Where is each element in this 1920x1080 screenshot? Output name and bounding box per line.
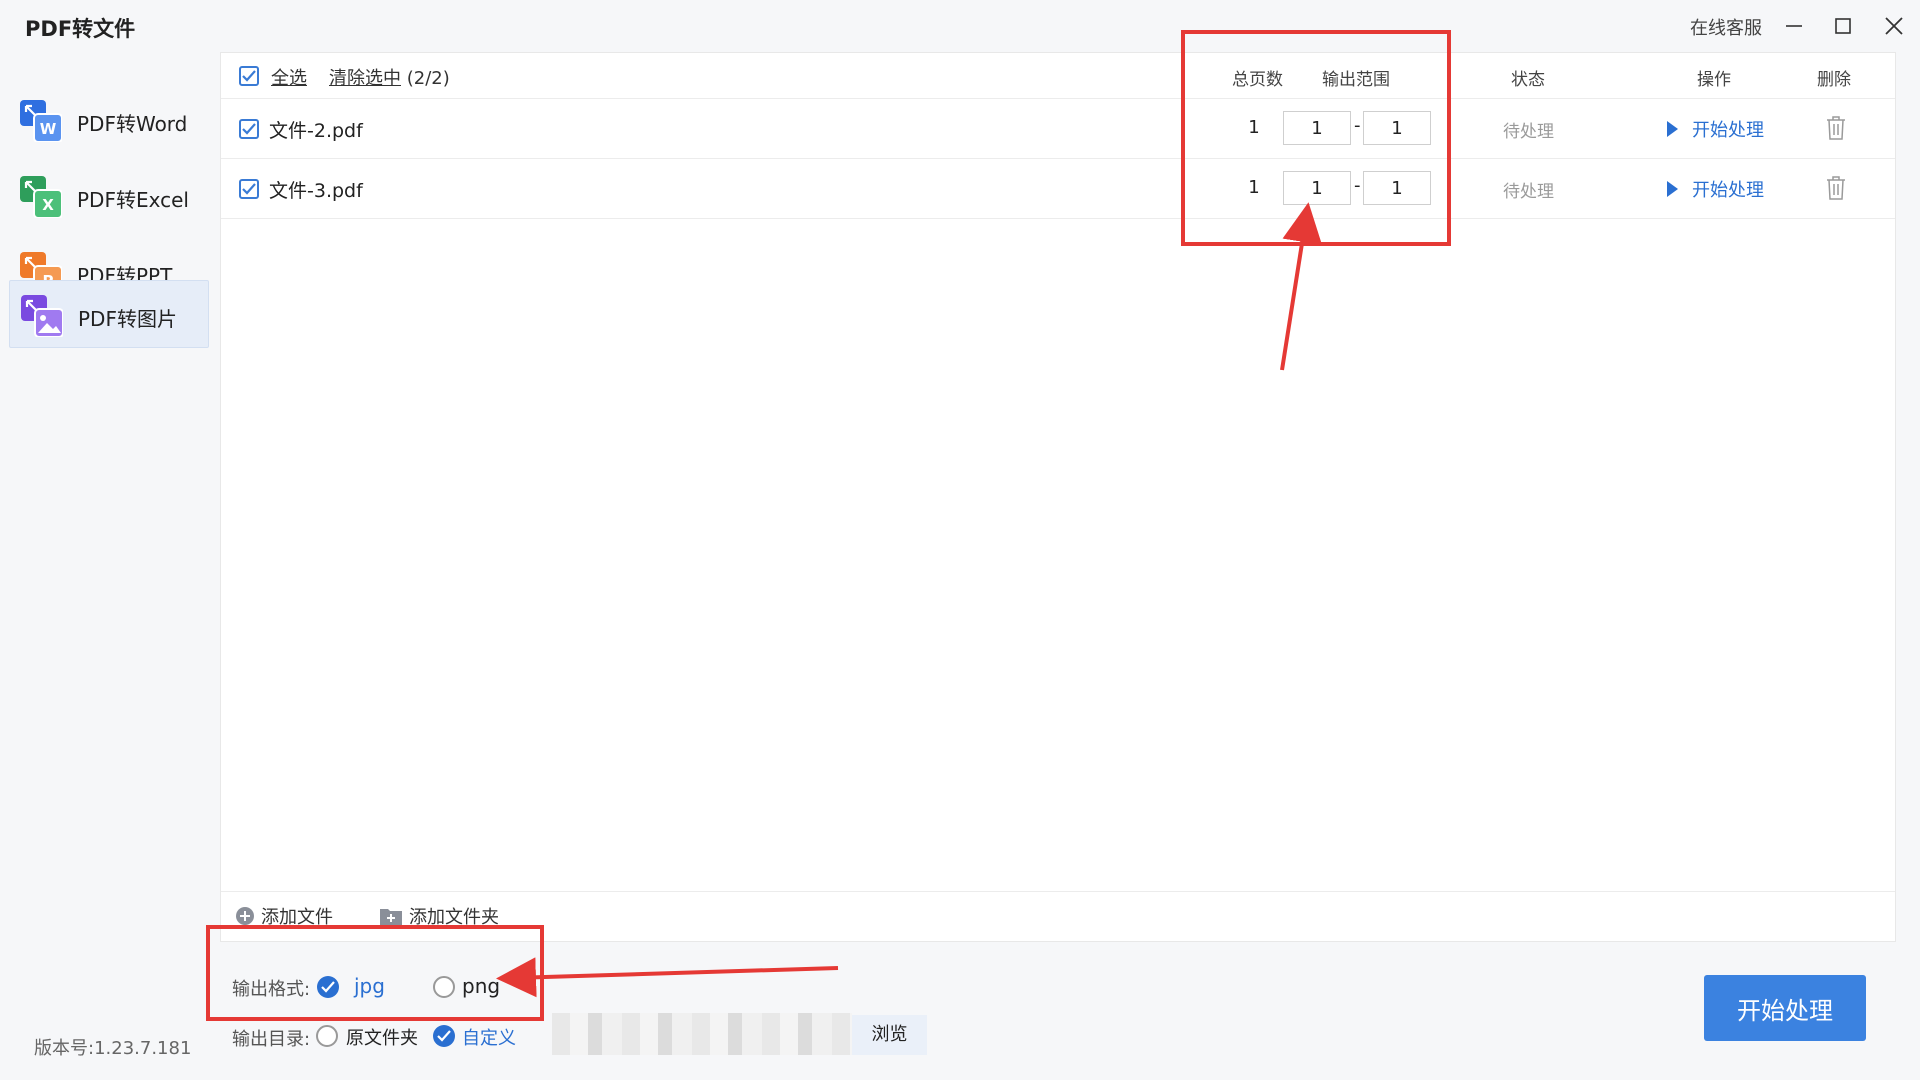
- status-text: 待处理: [1503, 182, 1554, 202]
- excel-icon: X: [20, 176, 62, 218]
- word-icon: W: [20, 100, 62, 142]
- format-option-png[interactable]: png: [462, 974, 500, 998]
- clear-selected-link[interactable]: 清除选中 (2/2): [329, 64, 450, 90]
- maximize-button[interactable]: [1827, 10, 1859, 42]
- maximize-icon: [1835, 18, 1851, 34]
- title-bar: PDF转文件 在线客服: [0, 0, 1920, 52]
- table-row: 文件-3.pdf 1 - 待处理 开始处理: [221, 159, 1895, 219]
- sidebar-item-label: PDF转Excel: [77, 188, 189, 212]
- app-title: PDF转文件: [25, 17, 136, 41]
- header-status: 状态: [1511, 70, 1545, 90]
- version-label: 版本号:1.23.7.181: [34, 1038, 192, 1059]
- add-file-button[interactable]: 添加文件: [235, 903, 333, 929]
- sidebar-item-label: PDF转Word: [77, 112, 188, 136]
- output-dir-label: 输出目录:: [232, 1029, 311, 1050]
- trash-icon[interactable]: [1826, 176, 1846, 200]
- start-row-label: 开始处理: [1692, 120, 1764, 141]
- folder-plus-icon: [380, 909, 402, 925]
- check-icon: [437, 1030, 451, 1042]
- online-service-link[interactable]: 在线客服: [1690, 14, 1762, 40]
- header-delete: 删除: [1817, 70, 1851, 90]
- range-from-input[interactable]: [1283, 171, 1351, 205]
- add-file-label: 添加文件: [261, 907, 333, 928]
- file-name: 文件-3.pdf: [269, 180, 363, 202]
- start-row-button[interactable]: 开始处理: [1667, 116, 1764, 142]
- check-icon: [242, 123, 256, 135]
- svg-text:W: W: [40, 120, 57, 138]
- select-all-checkbox[interactable]: [239, 66, 259, 86]
- check-icon: [242, 183, 256, 195]
- format-radio-jpg[interactable]: [317, 976, 339, 998]
- browse-button[interactable]: 浏览: [852, 1015, 927, 1055]
- sidebar-item-pdf-to-image[interactable]: PDF转图片: [9, 280, 209, 348]
- sidebar-item-label: PDF转图片: [78, 307, 177, 331]
- sidebar: W PDF转Word X PDF转Excel P PDF转PPT: [0, 52, 218, 1080]
- play-icon: [1667, 181, 1678, 197]
- format-radio-png[interactable]: [433, 976, 455, 998]
- range-dash: -: [1354, 115, 1361, 136]
- add-toolbar: 添加文件 添加文件夹: [221, 891, 1895, 941]
- range-to-input[interactable]: [1363, 111, 1431, 145]
- format-option-jpg[interactable]: jpg: [354, 974, 385, 998]
- header-action: 操作: [1697, 70, 1731, 90]
- output-format-label: 输出格式:: [232, 979, 311, 1000]
- close-icon: [1885, 17, 1903, 35]
- check-icon: [242, 70, 256, 82]
- add-folder-label: 添加文件夹: [409, 907, 499, 928]
- image-icon: [21, 295, 63, 337]
- select-all-link[interactable]: 全选: [271, 64, 307, 90]
- file-list-panel: 全选 清除选中 (2/2) 总页数 输出范围 状态 操作 删除 文件-2.pdf…: [220, 52, 1896, 942]
- minimize-button[interactable]: [1778, 10, 1810, 42]
- dir-option-original[interactable]: 原文件夹: [346, 1024, 418, 1050]
- selected-count: (2/2): [406, 68, 450, 89]
- sidebar-item-pdf-to-excel[interactable]: X PDF转Excel: [9, 162, 209, 230]
- header-pages: 总页数: [1232, 70, 1283, 90]
- row-checkbox[interactable]: [239, 119, 259, 139]
- total-pages: 1: [1248, 177, 1260, 198]
- annotation-arrow-format: [496, 957, 839, 998]
- plus-circle-icon: [236, 907, 254, 925]
- file-name: 文件-2.pdf: [269, 120, 363, 142]
- dir-radio-custom[interactable]: [433, 1025, 455, 1047]
- start-processing-button[interactable]: 开始处理: [1704, 975, 1866, 1041]
- svg-text:X: X: [42, 196, 54, 214]
- row-checkbox[interactable]: [239, 179, 259, 199]
- check-icon: [321, 981, 335, 993]
- range-to-input[interactable]: [1363, 171, 1431, 205]
- table-header: 全选 清除选中 (2/2) 总页数 输出范围 状态 操作 删除: [221, 53, 1895, 99]
- sidebar-item-pdf-to-word[interactable]: W PDF转Word: [9, 86, 209, 154]
- total-pages: 1: [1248, 117, 1260, 138]
- range-from-input[interactable]: [1283, 111, 1351, 145]
- minimize-icon: [1786, 25, 1802, 27]
- status-text: 待处理: [1503, 122, 1554, 142]
- table-row: 文件-2.pdf 1 - 待处理 开始处理: [221, 99, 1895, 159]
- range-dash: -: [1354, 175, 1361, 196]
- start-row-label: 开始处理: [1692, 180, 1764, 201]
- play-icon: [1667, 121, 1678, 137]
- add-folder-button[interactable]: 添加文件夹: [379, 903, 499, 929]
- clear-selected-label: 清除选中: [329, 68, 401, 89]
- header-range: 输出范围: [1322, 70, 1390, 90]
- trash-icon[interactable]: [1826, 116, 1846, 140]
- app-window: PDF转文件 在线客服 W PDF转Word X PDF转Excel PDF转P…: [0, 0, 1920, 1080]
- close-button[interactable]: [1878, 10, 1910, 42]
- output-path-input[interactable]: [552, 1013, 852, 1055]
- dir-radio-original[interactable]: [316, 1025, 338, 1047]
- start-row-button[interactable]: 开始处理: [1667, 176, 1764, 202]
- dir-option-custom[interactable]: 自定义: [462, 1024, 516, 1050]
